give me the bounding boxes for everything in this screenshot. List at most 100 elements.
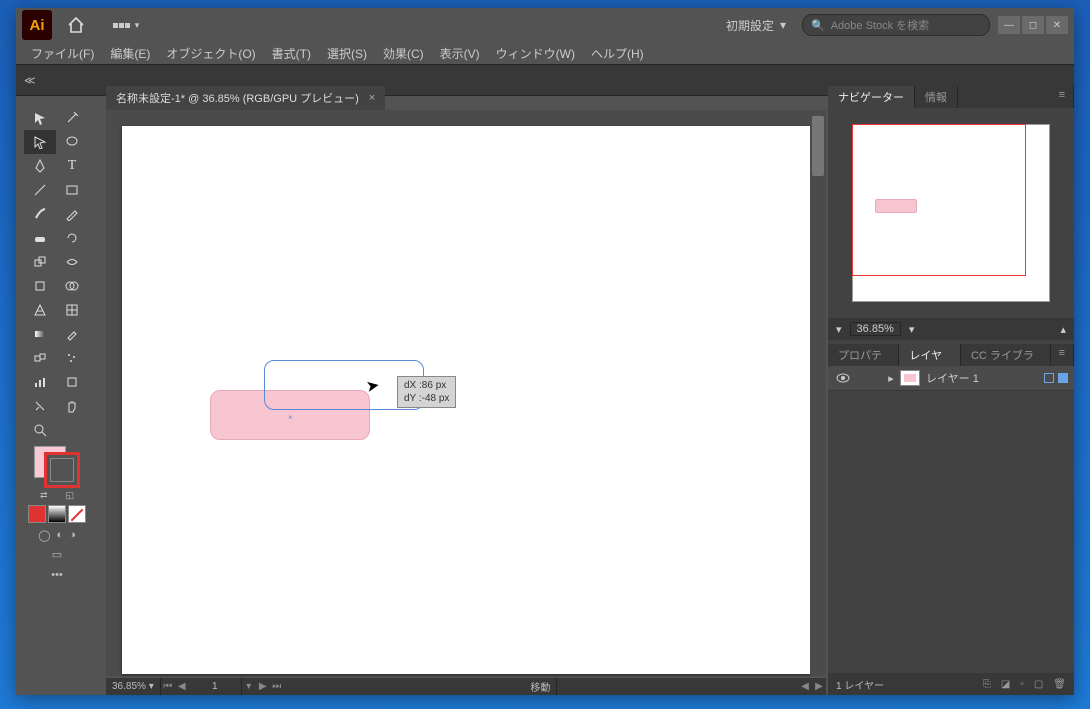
close-button[interactable]: ✕ bbox=[1046, 16, 1068, 34]
visibility-toggle-icon[interactable] bbox=[828, 373, 858, 383]
arrange-documents-icon[interactable]: ▾ bbox=[106, 14, 146, 36]
draw-normal-icon[interactable]: ◯ bbox=[38, 529, 50, 542]
eraser-tool[interactable] bbox=[24, 226, 56, 250]
free-transform-tool[interactable] bbox=[24, 274, 56, 298]
tab-cc-libraries[interactable]: CC ライブラリ bbox=[961, 344, 1051, 366]
artboard-dropdown-icon[interactable]: ▾ bbox=[242, 681, 256, 692]
menu-file[interactable]: ファイル(F) bbox=[24, 43, 101, 64]
direct-selection-tool[interactable] bbox=[24, 130, 56, 154]
draw-inside-icon[interactable]: ◑ bbox=[69, 529, 76, 542]
document-tab[interactable]: 名称未設定-1* @ 36.85% (RGB/GPU プレビュー) × bbox=[106, 86, 385, 110]
empty-slot bbox=[56, 418, 88, 442]
locate-object-icon[interactable]: ⎘ bbox=[983, 679, 991, 690]
menu-object[interactable]: オブジェクト(O) bbox=[159, 43, 262, 64]
line-tool[interactable] bbox=[24, 178, 56, 202]
blend-tool[interactable] bbox=[24, 346, 56, 370]
color-controls: ⇄ ◱ ◯ ◐ ◑ ▭ ••• bbox=[24, 442, 90, 583]
last-artboard-icon[interactable]: ⏭ bbox=[270, 681, 284, 692]
pen-tool[interactable] bbox=[24, 154, 56, 178]
pencil-tool[interactable] bbox=[56, 202, 88, 226]
next-artboard-icon[interactable]: ▶ bbox=[256, 681, 270, 692]
new-layer-icon[interactable]: ▢ bbox=[1034, 679, 1043, 690]
delete-layer-icon[interactable]: 🗑 bbox=[1053, 679, 1066, 690]
edit-toolbar-icon[interactable]: ••• bbox=[51, 569, 63, 581]
rotate-tool[interactable] bbox=[56, 226, 88, 250]
menu-window[interactable]: ウィンドウ(W) bbox=[489, 43, 582, 64]
scale-tool[interactable] bbox=[24, 250, 56, 274]
type-tool[interactable]: T bbox=[56, 154, 88, 178]
navigator-body[interactable] bbox=[828, 108, 1074, 318]
first-artboard-icon[interactable]: ⏮ bbox=[161, 681, 175, 692]
tab-layers[interactable]: レイヤー bbox=[899, 344, 961, 366]
artboard[interactable]: × ➤ dX :86 px dY :-48 px bbox=[122, 126, 810, 674]
paintbrush-tool[interactable] bbox=[24, 202, 56, 226]
perspective-tool[interactable] bbox=[24, 298, 56, 322]
layer-thumbnail bbox=[900, 370, 920, 386]
target-icon[interactable] bbox=[1044, 373, 1054, 383]
magic-wand-tool[interactable] bbox=[56, 106, 88, 130]
menu-effect[interactable]: 効果(C) bbox=[376, 43, 431, 64]
layer-row[interactable]: ▸ レイヤー 1 bbox=[828, 366, 1074, 391]
nav-zoom-dropdown-icon[interactable]: ▾ bbox=[909, 323, 915, 336]
canvas-area[interactable]: × ➤ dX :86 px dY :-48 px bbox=[106, 110, 826, 676]
shape-builder-tool[interactable] bbox=[56, 274, 88, 298]
home-icon[interactable] bbox=[64, 14, 88, 36]
zoom-out-icon[interactable]: ▾ bbox=[836, 323, 842, 336]
make-clipping-mask-icon[interactable]: ◪ bbox=[1001, 679, 1010, 690]
create-sublayer-icon[interactable]: ▫ bbox=[1020, 679, 1024, 690]
navigator-thumbnail[interactable] bbox=[852, 124, 1050, 302]
vertical-scrollbar[interactable] bbox=[810, 110, 826, 676]
prev-artboard-icon[interactable]: ◀ bbox=[175, 681, 189, 692]
menu-select[interactable]: 選択(S) bbox=[320, 43, 374, 64]
maximize-button[interactable]: ◻ bbox=[1022, 16, 1044, 34]
fill-stroke-swatches[interactable] bbox=[34, 446, 80, 488]
layers-panel-menu-icon[interactable]: ≡ bbox=[1051, 344, 1074, 366]
minimize-button[interactable]: — bbox=[998, 16, 1020, 34]
menu-edit[interactable]: 編集(E) bbox=[103, 43, 157, 64]
screen-mode-icon[interactable]: ▭ bbox=[52, 549, 62, 561]
swap-fill-stroke-icon[interactable]: ⇄ bbox=[40, 490, 48, 501]
navigator-zoom-bar: ▾ 36.85% ▾ ▴ bbox=[828, 318, 1074, 340]
width-tool[interactable] bbox=[56, 250, 88, 274]
column-graph-tool[interactable] bbox=[24, 370, 56, 394]
hand-tool[interactable] bbox=[56, 394, 88, 418]
zoom-tool[interactable] bbox=[24, 418, 56, 442]
lasso-tool[interactable] bbox=[56, 130, 88, 154]
artboard-tool[interactable] bbox=[56, 370, 88, 394]
menu-view[interactable]: 表示(V) bbox=[433, 43, 487, 64]
rectangle-tool[interactable] bbox=[56, 178, 88, 202]
menu-help[interactable]: ヘルプ(H) bbox=[584, 43, 651, 64]
menu-type[interactable]: 書式(T) bbox=[265, 43, 318, 64]
zoom-level[interactable]: 36.85% ▾ bbox=[106, 678, 161, 695]
selection-tool[interactable] bbox=[24, 106, 56, 130]
zoom-in-icon[interactable]: ▴ bbox=[1060, 323, 1066, 336]
close-tab-icon[interactable]: × bbox=[369, 92, 375, 104]
tab-info[interactable]: 情報 bbox=[915, 86, 958, 108]
mesh-tool[interactable] bbox=[56, 298, 88, 322]
color-mode-gradient[interactable] bbox=[48, 505, 66, 523]
slice-tool[interactable] bbox=[24, 394, 56, 418]
navigator-zoom-value[interactable]: 36.85% bbox=[850, 322, 901, 336]
stock-search[interactable]: 🔍 Adobe Stock を検索 bbox=[802, 14, 990, 36]
collapse-toggle[interactable]: ≪ bbox=[24, 74, 36, 87]
measurement-tooltip: dX :86 px dY :-48 px bbox=[397, 376, 456, 408]
disclosure-triangle-icon[interactable]: ▸ bbox=[882, 372, 900, 385]
scroll-right-icon[interactable]: ▶ bbox=[812, 681, 826, 692]
workspace-label: 初期設定 bbox=[726, 17, 774, 34]
scroll-left-icon[interactable]: ◀ bbox=[798, 681, 812, 692]
default-fill-stroke-icon[interactable]: ◱ bbox=[66, 490, 75, 501]
color-mode-none[interactable] bbox=[68, 505, 86, 523]
color-mode-solid[interactable] bbox=[28, 505, 46, 523]
stroke-swatch[interactable] bbox=[44, 452, 80, 488]
eyedropper-tool[interactable] bbox=[56, 322, 88, 346]
gradient-tool[interactable] bbox=[24, 322, 56, 346]
tab-properties[interactable]: プロパティ bbox=[828, 344, 899, 366]
workspace-switcher[interactable]: 初期設定 ▾ bbox=[720, 14, 792, 37]
panel-menu-icon[interactable]: ≡ bbox=[1051, 86, 1074, 108]
tab-navigator[interactable]: ナビゲーター bbox=[828, 86, 915, 108]
draw-behind-icon[interactable]: ◐ bbox=[57, 529, 64, 542]
artboard-number[interactable]: 1 bbox=[189, 678, 242, 695]
symbol-sprayer-tool[interactable] bbox=[56, 346, 88, 370]
selection-indicator-icon[interactable] bbox=[1058, 373, 1068, 383]
layer-name[interactable]: レイヤー 1 bbox=[926, 370, 979, 386]
